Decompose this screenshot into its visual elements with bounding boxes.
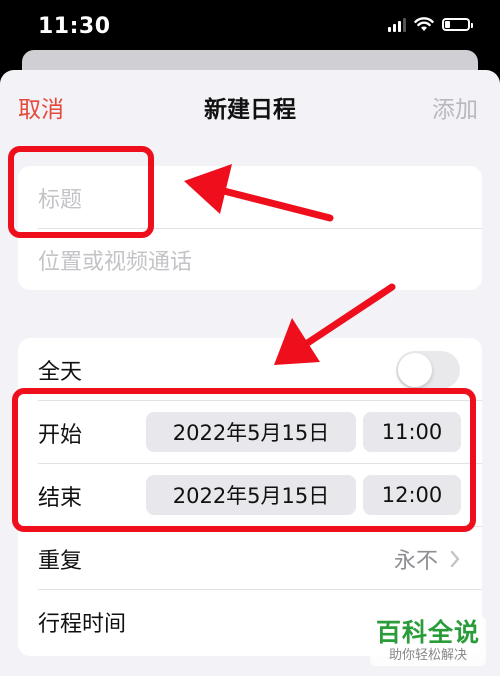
page-title: 新建日程 xyxy=(204,97,296,123)
repeat-value[interactable]: 永不 xyxy=(394,543,460,575)
battery-icon xyxy=(442,17,473,31)
all-day-toggle[interactable] xyxy=(396,351,460,389)
end-row: 结束 2022年5月15日 12:00 xyxy=(18,464,482,526)
nav-bar: 取消 新建日程 添加 xyxy=(0,70,500,142)
end-label: 结束 xyxy=(38,486,83,511)
status-time: 11:30 xyxy=(38,14,111,39)
title-placeholder: 标题 xyxy=(38,188,83,213)
schedule-group: 全天 开始 2022年5月15日 11:00 结束 2022年5月15日 12:… xyxy=(18,338,482,656)
repeat-label: 重复 xyxy=(38,549,83,574)
start-date-button[interactable]: 2022年5月15日 xyxy=(146,412,356,452)
repeat-value-text: 永不 xyxy=(393,549,438,574)
repeat-row[interactable]: 重复 永不 xyxy=(18,527,482,589)
cellular-signal-icon xyxy=(388,16,406,32)
travel-time-label: 行程时间 xyxy=(38,612,127,637)
watermark-slogan: 助你轻松解决 xyxy=(388,648,467,663)
chevron-right-icon xyxy=(450,550,460,568)
location-placeholder: 位置或视频通话 xyxy=(38,250,193,275)
end-date-button[interactable]: 2022年5月15日 xyxy=(146,475,356,515)
new-event-sheet: 取消 新建日程 添加 标题 位置或视频通话 全天 开始 2022年5月15日 1… xyxy=(0,70,500,676)
toggle-knob xyxy=(398,353,432,387)
watermark: 百科全说 助你轻松解决 xyxy=(370,616,486,666)
start-label: 开始 xyxy=(38,423,83,448)
add-button[interactable]: 添加 xyxy=(432,90,478,124)
start-time-button[interactable]: 11:00 xyxy=(363,412,461,452)
title-input[interactable]: 标题 xyxy=(18,166,482,228)
status-icons xyxy=(388,16,473,32)
location-input[interactable]: 位置或视频通话 xyxy=(18,228,482,290)
all-day-label: 全天 xyxy=(38,360,83,385)
wifi-icon xyxy=(414,16,434,32)
end-time-button[interactable]: 12:00 xyxy=(363,475,461,515)
watermark-name: 百科全说 xyxy=(375,618,480,647)
start-row: 开始 2022年5月15日 11:00 xyxy=(18,401,482,463)
all-day-row: 全天 xyxy=(18,338,482,400)
title-location-group: 标题 位置或视频通话 xyxy=(18,166,482,290)
